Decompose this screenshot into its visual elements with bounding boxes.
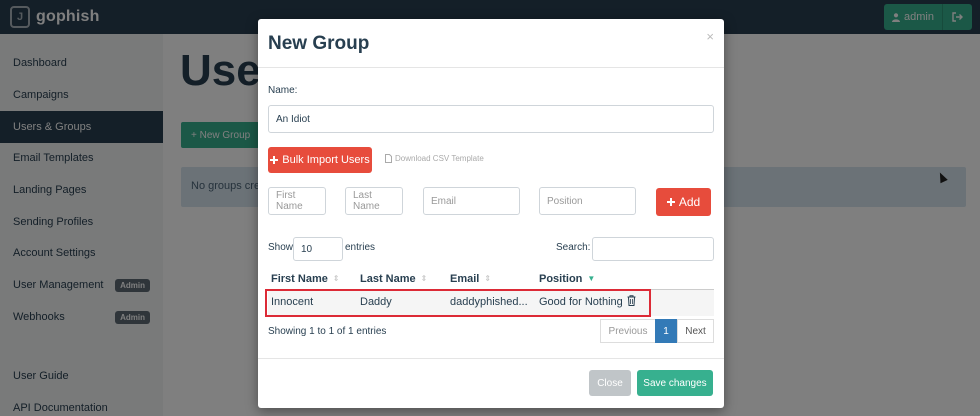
pagination-page-1[interactable]: 1 bbox=[655, 319, 677, 343]
sort-icon: ⇕ bbox=[332, 274, 340, 283]
column-header-last-name[interactable]: Last Name ⇕ bbox=[360, 273, 427, 285]
entries-label: entries bbox=[345, 242, 376, 253]
bulk-import-users-button[interactable]: Bulk Import Users bbox=[268, 147, 372, 173]
new-group-modal: New Group × Name: An Idiot Bulk Import U… bbox=[258, 19, 724, 408]
file-icon bbox=[385, 154, 392, 163]
last-name-input[interactable]: Last Name bbox=[345, 187, 403, 215]
first-name-input[interactable]: First Name bbox=[268, 187, 326, 215]
plus-icon bbox=[270, 156, 279, 164]
column-header-position[interactable]: Position ▼ bbox=[539, 273, 595, 285]
email-input[interactable]: Email bbox=[423, 187, 520, 215]
sort-desc-icon: ▼ bbox=[587, 274, 596, 283]
search-label: Search: bbox=[556, 242, 591, 253]
add-user-button[interactable]: Add bbox=[656, 188, 711, 216]
group-name-input[interactable]: An Idiot bbox=[268, 105, 714, 133]
sort-icon: ⇕ bbox=[484, 274, 492, 283]
download-csv-template-link[interactable]: Download CSV Template bbox=[385, 154, 484, 163]
name-label: Name: bbox=[268, 85, 298, 96]
column-header-email[interactable]: Email ⇕ bbox=[450, 273, 491, 285]
modal-footer-divider bbox=[258, 358, 724, 359]
table-search-input[interactable] bbox=[592, 237, 714, 261]
show-label: Show bbox=[268, 242, 294, 253]
close-icon[interactable]: × bbox=[706, 29, 714, 44]
entries-select[interactable]: 10 bbox=[293, 237, 343, 261]
close-button[interactable]: Close bbox=[589, 370, 631, 396]
modal-title: New Group bbox=[268, 33, 370, 54]
modal-header-divider bbox=[258, 67, 724, 68]
column-header-first-name[interactable]: First Name ⇕ bbox=[271, 273, 340, 285]
pagination-next[interactable]: Next bbox=[677, 319, 714, 343]
table-info: Showing 1 to 1 of 1 entries bbox=[268, 326, 387, 337]
plus-icon bbox=[666, 198, 675, 206]
position-input[interactable]: Position bbox=[539, 187, 636, 215]
sort-icon: ⇕ bbox=[420, 274, 428, 283]
pagination-previous[interactable]: Previous bbox=[600, 319, 656, 343]
row-highlight-box bbox=[265, 289, 651, 317]
save-changes-button[interactable]: Save changes bbox=[637, 370, 713, 396]
